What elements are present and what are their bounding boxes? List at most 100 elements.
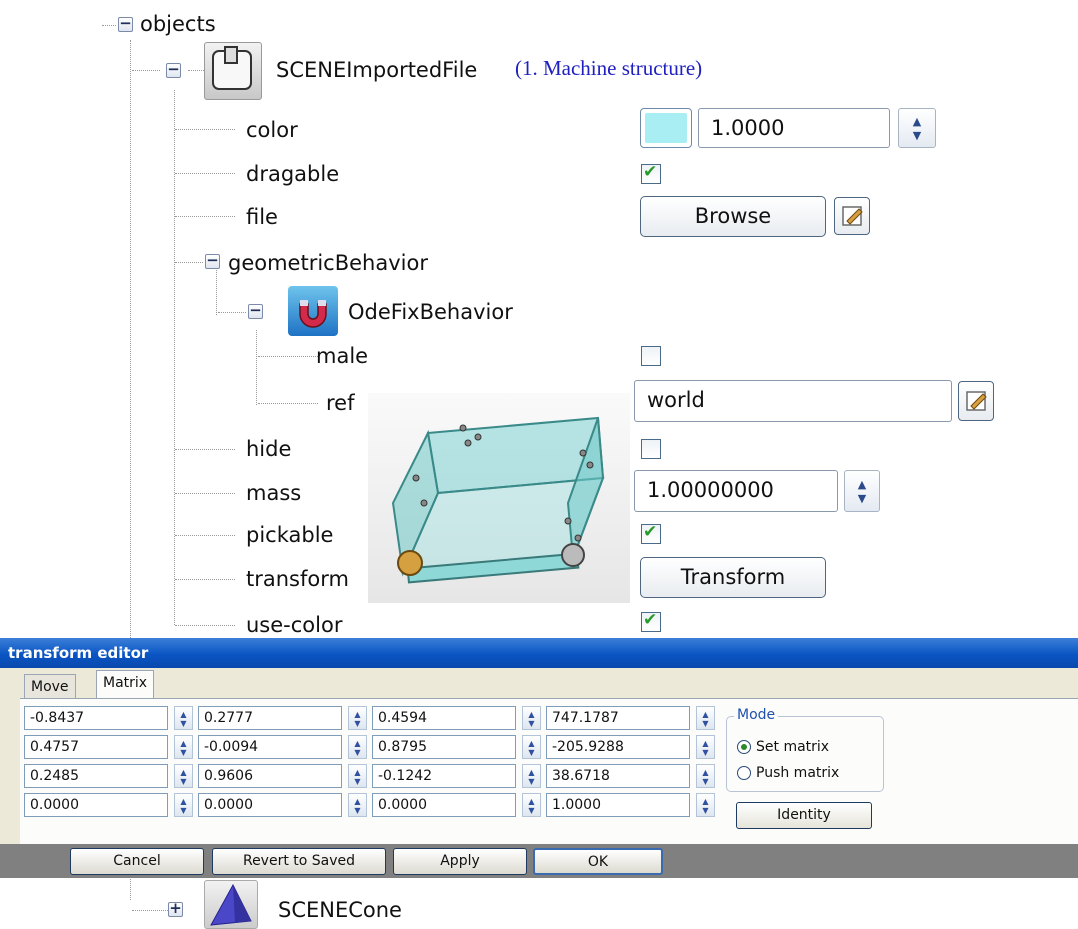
- mass-spinner[interactable]: ▲ ▼: [844, 470, 880, 512]
- spin-up-icon: ▲: [912, 115, 922, 128]
- prop-label-mass: mass: [246, 481, 302, 505]
- collapse-toggle-geometric-behavior[interactable]: −: [205, 253, 220, 269]
- matrix-cell[interactable]: -205.9288: [546, 735, 690, 759]
- browse-button[interactable]: Browse: [640, 196, 826, 237]
- ok-button[interactable]: OK: [533, 848, 663, 875]
- file-node-icon: [204, 42, 262, 100]
- ref-edit-button[interactable]: [958, 381, 994, 421]
- color-value-spinner[interactable]: ▲ ▼: [898, 108, 936, 148]
- edit-icon: [842, 206, 863, 226]
- file-edit-button[interactable]: [834, 197, 870, 235]
- matrix-cell[interactable]: -0.8437: [24, 706, 168, 730]
- machine-structure-preview: [368, 393, 630, 603]
- dragable-checkbox[interactable]: ✔: [641, 162, 661, 184]
- set-matrix-label: Set matrix: [756, 739, 830, 755]
- tree-label-cone: SCENECone: [278, 898, 402, 922]
- tree-line: [175, 173, 235, 174]
- matrix-cell-spinner[interactable]: ▲ ▼: [348, 764, 367, 788]
- prop-label-male: male: [316, 344, 369, 368]
- matrix-cell-spinner[interactable]: ▲ ▼: [174, 706, 193, 730]
- color-swatch-button[interactable]: [640, 108, 692, 148]
- mass-input[interactable]: 1.00000000: [634, 470, 838, 512]
- transform-button[interactable]: Transform: [640, 557, 826, 598]
- collapse-toggle-objects[interactable]: −: [118, 16, 133, 32]
- collapse-toggle-imported-file[interactable]: −: [166, 62, 181, 78]
- matrix-cell[interactable]: 0.9606: [198, 764, 342, 788]
- matrix-cell[interactable]: 747.1787: [546, 706, 690, 730]
- tree-line: [175, 579, 235, 580]
- mode-group-label: Mode: [734, 706, 779, 724]
- matrix-cell-spinner[interactable]: ▲ ▼: [348, 735, 367, 759]
- matrix-cell[interactable]: 0.8795: [372, 735, 516, 759]
- color-swatch: [645, 113, 687, 143]
- tab-move[interactable]: Move: [24, 674, 76, 698]
- matrix-cell-spinner[interactable]: ▲ ▼: [522, 735, 541, 759]
- matrix-cell[interactable]: -0.1242: [372, 764, 516, 788]
- push-matrix-label: Push matrix: [756, 765, 840, 781]
- matrix-cell-spinner[interactable]: ▲ ▼: [696, 793, 715, 817]
- tree-line: [216, 270, 217, 315]
- tree-line: [132, 70, 160, 71]
- spin-down-icon: ▼: [912, 129, 922, 142]
- hide-checkbox[interactable]: [641, 439, 661, 459]
- pickable-checkbox[interactable]: ✔: [641, 522, 661, 544]
- matrix-cell[interactable]: 0.0000: [24, 793, 168, 817]
- matrix-cell-spinner[interactable]: ▲ ▼: [348, 706, 367, 730]
- matrix-cell-spinner[interactable]: ▲ ▼: [522, 793, 541, 817]
- prop-label-ref: ref: [326, 391, 355, 415]
- cancel-button[interactable]: Cancel: [70, 848, 204, 875]
- tree-line: [258, 356, 318, 357]
- matrix-cell[interactable]: -0.0094: [198, 735, 342, 759]
- expand-toggle-cone[interactable]: +: [168, 901, 183, 917]
- prop-label-dragable: dragable: [246, 162, 340, 186]
- tree-label-objects: objects: [140, 12, 216, 36]
- prop-label-hide: hide: [246, 437, 292, 461]
- spin-up-icon: ▲: [857, 478, 867, 491]
- apply-button[interactable]: Apply: [393, 848, 527, 875]
- tree-line: [218, 312, 246, 313]
- matrix-cell[interactable]: 0.0000: [198, 793, 342, 817]
- transform-editor-window: transform editor Move Matrix -0.8437 ▲ ▼ …: [0, 638, 1078, 878]
- matrix-cell-spinner[interactable]: ▲ ▼: [522, 706, 541, 730]
- matrix-cell-spinner[interactable]: ▲ ▼: [174, 735, 193, 759]
- tree-label-geometric-behavior: geometricBehavior: [228, 251, 428, 275]
- color-value-input[interactable]: 1.0000: [698, 108, 890, 148]
- matrix-cell-spinner[interactable]: ▲ ▼: [696, 706, 715, 730]
- matrix-cell-spinner[interactable]: ▲ ▼: [696, 764, 715, 788]
- transform-editor-title: transform editor: [0, 638, 1078, 668]
- identity-button[interactable]: Identity: [736, 802, 872, 829]
- use-color-checkbox[interactable]: ✔: [641, 610, 661, 632]
- check-icon: ✔: [643, 522, 658, 542]
- tree-line: [132, 910, 168, 911]
- matrix-cell[interactable]: 0.0000: [372, 793, 516, 817]
- set-matrix-radio[interactable]: [737, 740, 751, 754]
- matrix-cell[interactable]: 38.6718: [546, 764, 690, 788]
- matrix-cell[interactable]: 0.4757: [24, 735, 168, 759]
- male-checkbox[interactable]: [641, 346, 661, 366]
- revert-to-saved-button[interactable]: Revert to Saved: [212, 848, 386, 875]
- matrix-cell-spinner[interactable]: ▲ ▼: [348, 793, 367, 817]
- ref-input[interactable]: world: [634, 380, 952, 422]
- matrix-cell[interactable]: 0.2777: [198, 706, 342, 730]
- tab-matrix[interactable]: Matrix: [96, 670, 155, 699]
- imported-file-caption: (1. Machine structure): [515, 56, 703, 80]
- push-matrix-radio[interactable]: [737, 766, 751, 780]
- tree-line: [102, 25, 116, 26]
- tree-line: [258, 403, 318, 404]
- tree-line: [175, 535, 235, 536]
- matrix-cell-spinner[interactable]: ▲ ▼: [174, 764, 193, 788]
- matrix-cell-spinner[interactable]: ▲ ▼: [522, 764, 541, 788]
- matrix-cell-spinner[interactable]: ▲ ▼: [696, 735, 715, 759]
- matrix-cell[interactable]: 0.2485: [24, 764, 168, 788]
- tree-line: [175, 625, 235, 626]
- matrix-cell-spinner[interactable]: ▲ ▼: [174, 793, 193, 817]
- tree-label-imported-file: SCENEImportedFile: [276, 58, 478, 82]
- edit-icon: [966, 391, 987, 411]
- tree-line: [175, 129, 235, 130]
- tree-line: [175, 216, 235, 217]
- matrix-cell[interactable]: 0.4594: [372, 706, 516, 730]
- matrix-cell[interactable]: 1.0000: [546, 793, 690, 817]
- collapse-toggle-ode-fix-behavior[interactable]: −: [248, 303, 263, 319]
- spin-down-icon: ▼: [857, 492, 867, 505]
- tree-label-ode-fix-behavior: OdeFixBehavior: [348, 300, 513, 324]
